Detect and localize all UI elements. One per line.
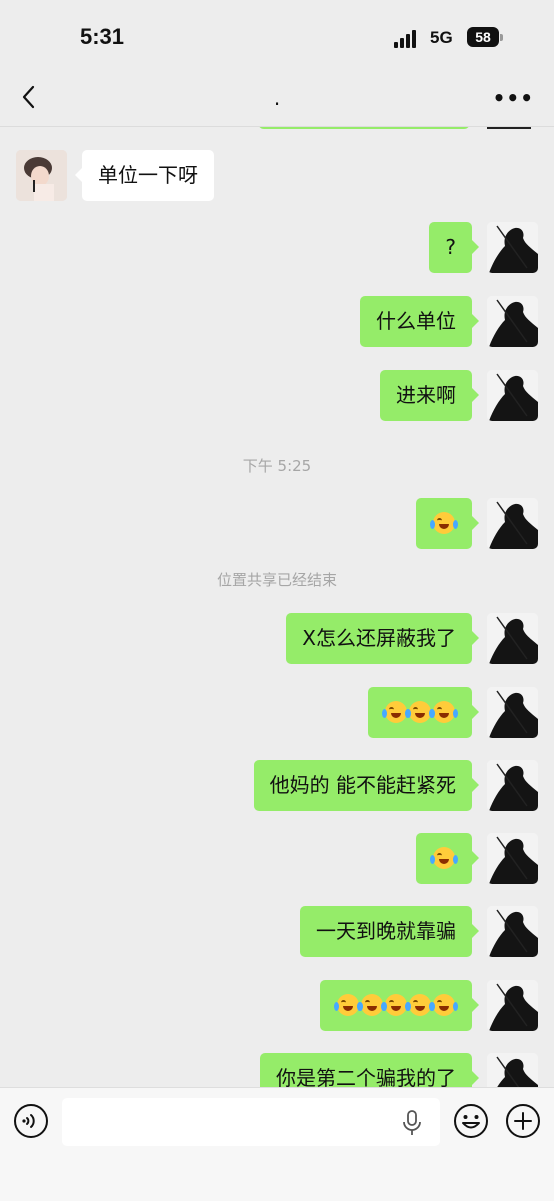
message-bubble[interactable]: 什么单位 [360, 296, 479, 347]
system-notice: 位置共享已经结束 [216, 571, 337, 589]
message-bubble[interactable]: 一天到晚就靠骗 [300, 906, 479, 957]
user-avatar[interactable] [487, 687, 538, 738]
message-input[interactable] [62, 1098, 440, 1146]
laughing-crying-emoji-icon [358, 993, 386, 1016]
microphone-icon[interactable] [402, 1110, 422, 1136]
user-avatar[interactable] [487, 222, 538, 273]
more-options-icon[interactable]: ••• [493, 86, 534, 110]
message-bubble[interactable] [416, 833, 479, 884]
user-avatar[interactable] [487, 906, 538, 957]
cut-off-avatar [487, 127, 531, 129]
message-bubble[interactable]: ? [429, 222, 479, 273]
emoji-icon[interactable] [452, 1102, 490, 1140]
user-avatar[interactable] [487, 498, 538, 549]
laughing-crying-emoji-icon [430, 511, 458, 534]
message-list[interactable]: 单位一下呀 ? 什么单位 进来啊 下午 5:25 位置共享已经结束 X怎么还屏蔽… [0, 127, 554, 1087]
message-bubble[interactable]: 他妈的 能不能赶紧死 [253, 760, 480, 811]
laughing-crying-emoji-icon [430, 993, 458, 1016]
plus-icon[interactable] [504, 1102, 542, 1140]
status-time: 5:31 [80, 24, 125, 49]
status-bar: 5:31 5G 58 [0, 0, 554, 72]
message-bubble[interactable] [368, 687, 479, 738]
laughing-crying-emoji-icon [406, 993, 434, 1016]
message-bubble[interactable]: 进来啊 [380, 370, 479, 421]
signal-icon [394, 30, 420, 48]
cut-off-bubble [258, 127, 470, 129]
message-bubble[interactable]: 单位一下呀 [75, 150, 214, 201]
user-avatar[interactable] [487, 370, 538, 421]
message-bubble[interactable] [320, 980, 479, 1031]
laughing-crying-emoji-icon [430, 700, 458, 723]
battery-icon: 58 [467, 27, 503, 47]
laughing-crying-emoji-icon [382, 993, 410, 1016]
laughing-crying-emoji-icon [334, 993, 362, 1016]
network-type: 5G [430, 28, 453, 47]
user-avatar[interactable] [487, 296, 538, 347]
message-bubble[interactable]: X怎么还屏蔽我了 [286, 613, 479, 664]
timestamp: 下午 5:25 [242, 457, 312, 475]
voice-mode-icon[interactable] [12, 1102, 50, 1140]
laughing-crying-emoji-icon [430, 846, 458, 869]
laughing-crying-emoji-icon [406, 700, 434, 723]
user-avatar[interactable] [487, 760, 538, 811]
chat-header: . ••• [0, 72, 554, 127]
user-avatar[interactable] [487, 1053, 538, 1087]
user-avatar[interactable] [487, 833, 538, 884]
contact-avatar[interactable] [16, 150, 67, 201]
message-bubble[interactable] [416, 498, 479, 549]
laughing-crying-emoji-icon [382, 700, 410, 723]
user-avatar[interactable] [487, 613, 538, 664]
battery-level: 58 [475, 29, 491, 45]
chat-title: . [273, 86, 281, 110]
message-bubble[interactable]: 你是第二个骗我的了 [260, 1053, 479, 1087]
input-bar [0, 1087, 554, 1201]
user-avatar[interactable] [487, 980, 538, 1031]
